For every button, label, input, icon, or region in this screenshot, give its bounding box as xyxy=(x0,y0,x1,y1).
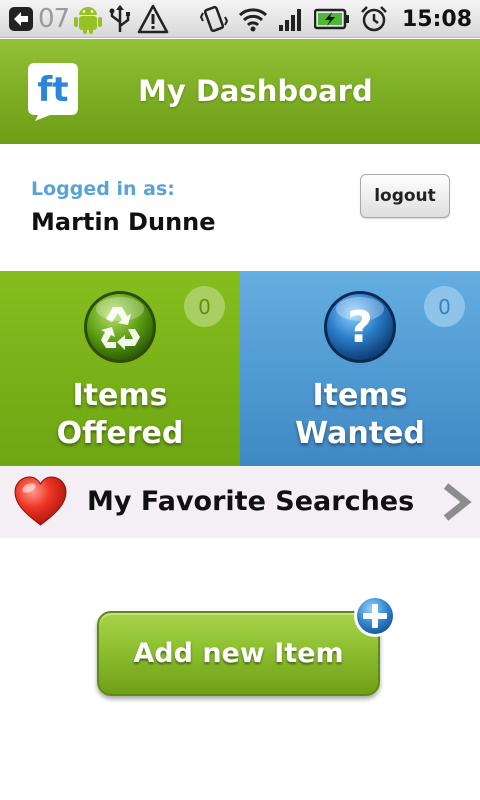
app-header: ft My Dashboard xyxy=(0,39,480,144)
chevron-right-icon xyxy=(443,483,472,521)
battery-charging-icon xyxy=(313,8,349,30)
notification-count: 07 xyxy=(38,4,70,34)
wifi-icon xyxy=(238,8,267,32)
logout-button[interactable]: logout xyxy=(360,174,450,218)
plus-icon[interactable] xyxy=(353,594,397,638)
vibrate-icon xyxy=(199,5,228,33)
signal-icon xyxy=(278,9,301,31)
items-wanted-tile[interactable]: ? 0 Items Wanted xyxy=(240,271,480,466)
recycle-icon xyxy=(84,291,156,363)
warning-icon xyxy=(137,4,169,34)
logged-in-label: Logged in as: xyxy=(31,178,175,200)
add-new-item-label: Add new Item xyxy=(133,638,344,669)
add-new-item-button[interactable]: Add new Item xyxy=(97,611,380,696)
items-offered-label: Items Offered xyxy=(0,377,240,453)
items-wanted-label-line2: Wanted xyxy=(295,416,425,451)
items-offered-label-line2: Offered xyxy=(56,416,184,451)
items-offered-label-line1: Items xyxy=(72,378,168,413)
items-wanted-label-line1: Items xyxy=(312,378,408,413)
account-section: Logged in as: Martin Dunne logout xyxy=(0,144,480,271)
question-icon: ? xyxy=(324,291,396,363)
status-bar: 07 15:08 xyxy=(0,0,480,38)
items-wanted-label: Items Wanted xyxy=(240,377,480,453)
favorite-searches-row[interactable]: My Favorite Searches xyxy=(0,466,480,538)
offered-count-badge: 0 xyxy=(184,286,225,327)
logo-text: ft xyxy=(37,70,68,110)
wanted-count-badge: 0 xyxy=(424,286,465,327)
items-offered-tile[interactable]: 0 Items Offered xyxy=(0,271,240,466)
heart-icon xyxy=(14,476,67,526)
svg-text:?: ? xyxy=(347,302,373,353)
usb-icon xyxy=(109,5,131,32)
favorite-searches-label: My Favorite Searches xyxy=(87,486,415,517)
clock-time: 15:08 xyxy=(401,6,472,32)
back-arrow-icon xyxy=(9,7,33,31)
user-name: Martin Dunne xyxy=(31,208,216,236)
app-logo: ft xyxy=(28,63,78,121)
page-title: My Dashboard xyxy=(138,74,373,108)
alarm-clock-icon xyxy=(361,6,387,32)
android-icon xyxy=(74,7,103,34)
